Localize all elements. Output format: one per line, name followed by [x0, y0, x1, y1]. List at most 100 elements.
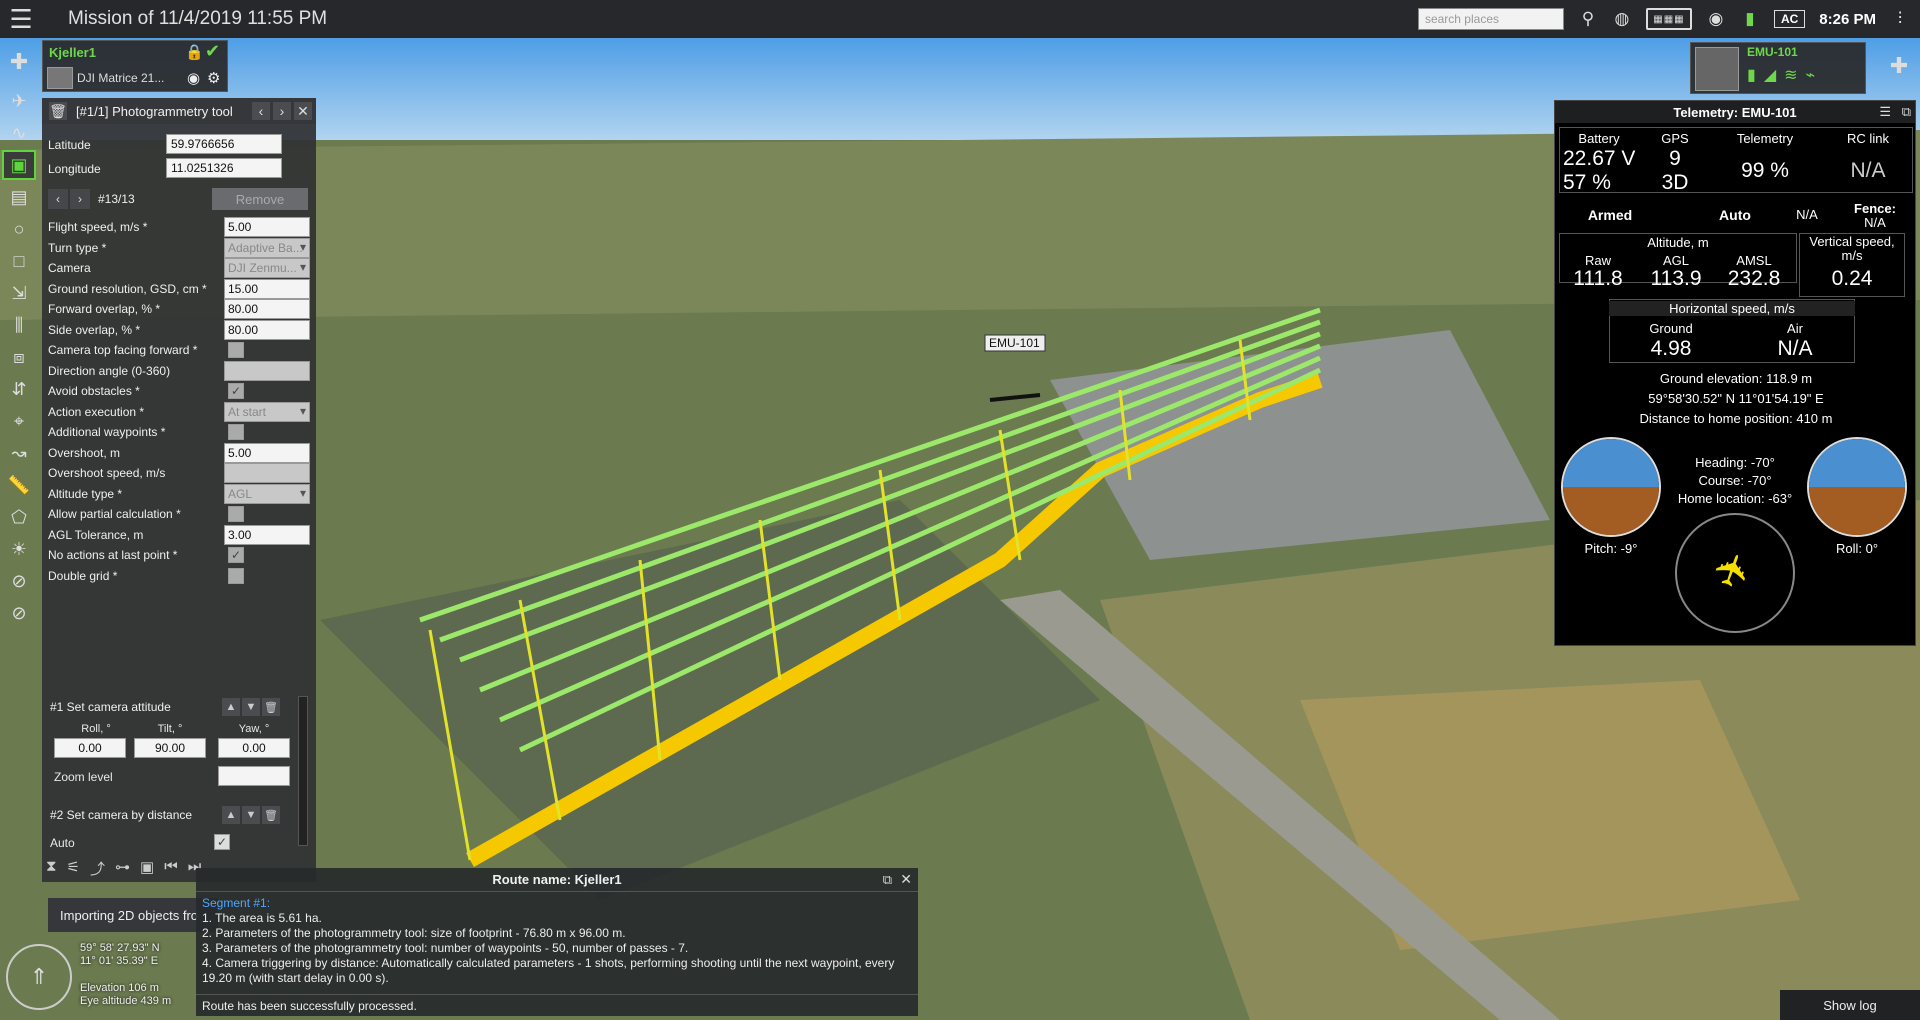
facade-scan-icon[interactable]: ⫼ — [2, 310, 36, 340]
list-icon[interactable]: ☰ — [1879, 104, 1891, 120]
param-input[interactable]: 80.00 — [224, 299, 310, 319]
param-input[interactable]: 15.00 — [224, 278, 310, 299]
keyboard-icon[interactable]: ▦▦▦ — [1645, 8, 1692, 30]
action-list-scrollbar[interactable] — [298, 696, 308, 846]
zoom-level-input[interactable] — [218, 766, 290, 786]
camera-icon[interactable]: ▣ — [140, 858, 154, 880]
trash-icon[interactable]: 🗑 — [49, 102, 67, 120]
param-label: Side overlap, % * — [48, 322, 141, 337]
param-checkbox[interactable] — [228, 342, 244, 358]
param-input[interactable]: 5.00 — [224, 217, 310, 237]
tilt-input[interactable]: 90.00 — [134, 738, 206, 758]
show-log-button[interactable]: Show log — [1780, 990, 1920, 1020]
landing-icon[interactable]: ⇲ — [2, 278, 36, 308]
param-select[interactable]: DJI Zenmu... — [224, 258, 310, 278]
param-label: Flight speed, m/s * — [48, 220, 148, 234]
mission-title: Mission of 11/4/2019 11:55 PM — [68, 8, 328, 29]
next-point-icon[interactable]: › — [70, 189, 90, 209]
vehicle-card[interactable]: Kjeller1 DJI Matrice 21... 🔒 ✔ ◉ ⚙ — [42, 40, 228, 92]
param-checkbox[interactable] — [228, 567, 244, 584]
gps-label: GPS — [1661, 131, 1689, 146]
move-up-icon[interactable]: ▲ — [222, 806, 240, 824]
circle-tool-icon[interactable]: ○ — [2, 214, 36, 244]
map-compass-icon[interactable]: ⇑ — [6, 944, 72, 1010]
search-icon[interactable]: ⚲ — [1578, 7, 1598, 31]
hourglass-icon[interactable]: ⧗ — [46, 858, 57, 880]
param-select[interactable]: AGL — [224, 483, 310, 504]
move-down-icon[interactable]: ▼ — [242, 698, 260, 716]
eye-icon[interactable]: ◉ — [187, 69, 200, 87]
param-input[interactable]: 3.00 — [224, 524, 310, 545]
vertical-scan-icon[interactable]: ⇵ — [2, 374, 36, 404]
add-vehicle-icon[interactable]: ✚ — [2, 40, 36, 84]
photogrammetry-panel: 🗑 [#1/1] Photogrammetry tool ‹ › ✕ Latit… — [42, 98, 316, 882]
battery-icon[interactable]: ▮ — [1740, 7, 1760, 31]
action-set-camera-attitude[interactable]: #1 Set camera attitude ▲ ▼ 🗑 — [46, 696, 300, 718]
no-fly-zone-icon[interactable]: ⊘ — [2, 566, 36, 596]
path-icon[interactable]: ↝ — [2, 438, 36, 468]
globe-icon[interactable]: ◍ — [1612, 7, 1632, 31]
auto-checkbox[interactable]: ✓ — [214, 834, 230, 850]
waypoint-icon[interactable]: ⌖ — [2, 406, 36, 436]
delete-action-icon[interactable]: 🗑 — [262, 806, 280, 824]
param-input[interactable] — [224, 360, 310, 381]
param-select[interactable]: Adaptive Ba... — [224, 237, 310, 258]
checkmark-icon[interactable]: ✔ — [205, 41, 220, 62]
copy-icon[interactable]: ⧉ — [883, 872, 892, 888]
polygon-icon[interactable]: ⬠ — [2, 502, 36, 532]
latitude-input[interactable]: 59.9766656 — [166, 134, 282, 154]
horizontal-speed-label: Horizontal speed, m/s — [1609, 301, 1855, 316]
close-icon[interactable]: ✕ — [294, 102, 312, 120]
servo-icon[interactable]: ⊶ — [115, 858, 130, 880]
param-checkbox[interactable] — [228, 506, 244, 522]
area-tool-icon[interactable]: □ — [2, 246, 36, 276]
hamburger-menu-icon[interactable]: ☰ — [0, 0, 42, 38]
remove-button[interactable]: Remove — [212, 188, 308, 210]
close-route-icon[interactable]: ✕ — [900, 871, 912, 888]
roll-input[interactable]: 0.00 — [54, 738, 126, 758]
param-input[interactable] — [224, 463, 310, 483]
grid-tool-icon[interactable]: ▤ — [2, 182, 36, 212]
video-start-icon[interactable]: ⏮ — [164, 858, 178, 880]
photogrammetry-tool-icon[interactable]: ▣ — [2, 150, 36, 180]
action-set-camera-by-distance[interactable]: #2 Set camera by distance ▲ ▼ 🗑 — [46, 804, 300, 826]
camera-trigger-icon[interactable]: ⚟ — [67, 858, 80, 880]
param-label: Overshoot speed, m/s — [48, 466, 166, 480]
add-drone-icon[interactable]: ✚ — [1882, 44, 1916, 88]
sun-icon[interactable]: ☀ — [2, 534, 36, 564]
gps-fix: 3D — [1661, 171, 1689, 194]
param-checkbox[interactable]: ✓ — [228, 383, 244, 399]
move-up-icon[interactable]: ▲ — [222, 698, 240, 716]
emu-vehicle-card[interactable]: EMU-101 ▮ ◢ ≋ ⌁ — [1690, 42, 1866, 94]
gimbal-icon[interactable]: ⤴ — [90, 858, 105, 880]
cancel-zone-icon[interactable]: ⊘ — [2, 598, 36, 628]
route-title: Route name: Kjeller1 — [196, 868, 918, 892]
air-speed-value: N/A — [1777, 337, 1813, 360]
emu-signal-icon: ◢ — [1763, 67, 1777, 84]
prev-point-icon[interactable]: ‹ — [48, 189, 68, 209]
param-checkbox[interactable]: ✓ — [228, 547, 244, 563]
adsb-icon[interactable]: ◉ — [1706, 7, 1726, 31]
roll-value: Roll: 0° — [1835, 541, 1879, 556]
altitude-label: Altitude, m — [1647, 235, 1709, 250]
search-input[interactable]: search places — [1417, 8, 1564, 30]
ruler-icon[interactable]: 📏 — [2, 470, 36, 500]
gears-icon[interactable]: ⚙ — [207, 69, 220, 87]
longitude-input[interactable]: 11.0251326 — [166, 158, 282, 178]
yaw-input[interactable]: 0.00 — [218, 738, 290, 758]
corridor-tool-icon[interactable]: ⧈ — [2, 342, 36, 372]
delete-action-icon[interactable]: 🗑 — [262, 698, 280, 716]
expand-icon[interactable]: ⧉ — [1902, 104, 1911, 120]
move-down-icon[interactable]: ▼ — [242, 806, 260, 824]
route-tool-icon[interactable]: ∿ — [2, 118, 36, 148]
param-input[interactable]: 5.00 — [224, 442, 310, 463]
settings-sliders-icon[interactable]: ⫶ — [1890, 7, 1910, 31]
lock-icon[interactable]: 🔒 — [185, 43, 204, 61]
ac-badge[interactable]: AC — [1773, 10, 1806, 28]
param-input[interactable]: 80.00 — [224, 319, 310, 340]
param-select[interactable]: At start — [224, 401, 310, 422]
next-arrow-icon[interactable]: › — [273, 102, 291, 120]
param-checkbox[interactable] — [228, 424, 244, 440]
takeoff-icon[interactable]: ✈ — [2, 86, 36, 116]
prev-arrow-icon[interactable]: ‹ — [252, 102, 270, 120]
